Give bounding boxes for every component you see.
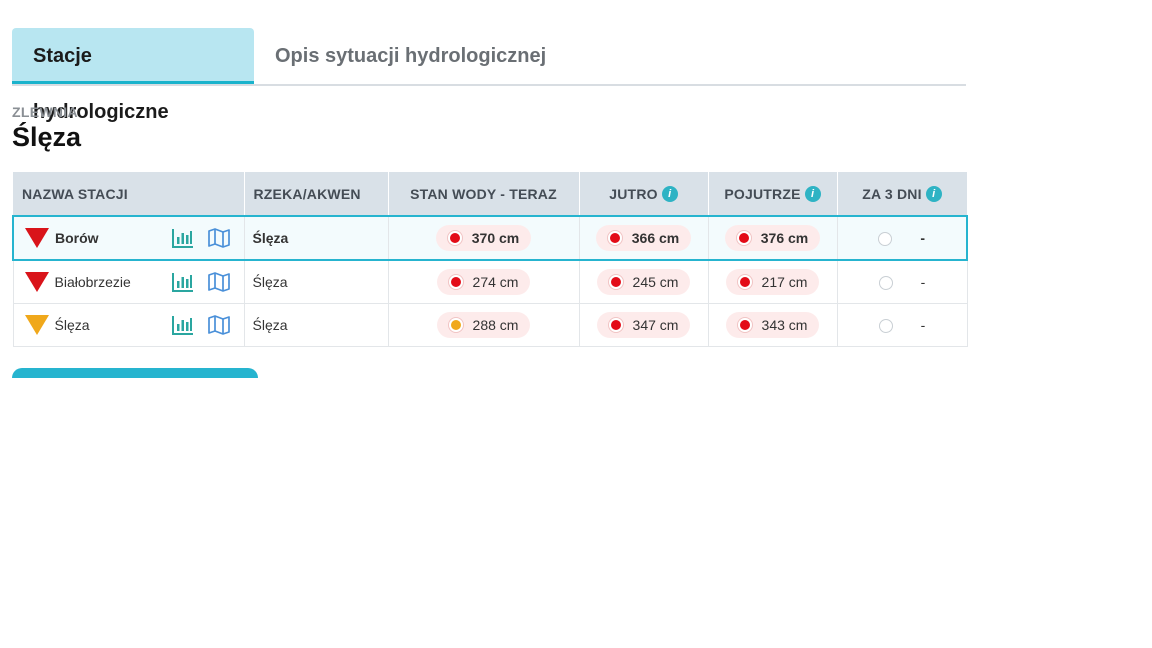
map-icon[interactable] xyxy=(207,226,231,250)
level-badge: 217 cm xyxy=(725,269,820,295)
map-icon[interactable] xyxy=(207,313,231,337)
tomorrow-cell: 347 cm xyxy=(579,303,709,347)
map-icon[interactable] xyxy=(207,270,231,294)
header-tomorrow[interactable]: JUTRO i xyxy=(579,172,709,216)
header-now[interactable]: STAN WODY - TERAZ xyxy=(388,172,580,216)
bar-chart-icon[interactable] xyxy=(171,226,195,250)
river-cell: Ślęza xyxy=(244,303,389,347)
alarm-dot-icon xyxy=(608,318,623,332)
info-icon[interactable]: i xyxy=(925,185,942,202)
level-badge: 274 cm xyxy=(436,269,531,295)
tab-stations[interactable]: Stacje hydrologiczne xyxy=(12,28,254,123)
header-river[interactable]: RZEKA/AKWEN xyxy=(244,172,389,216)
empty-dot-icon xyxy=(878,319,893,334)
station-name[interactable]: Borów xyxy=(55,230,171,246)
header-day-after[interactable]: POJUTRZE i xyxy=(708,172,838,216)
station-name[interactable]: Ślęza xyxy=(55,317,171,333)
tab-bar: Stacje hydrologiczne Opis sytuacji hydro… xyxy=(12,28,966,123)
station-cell: Ślęza xyxy=(12,303,245,347)
table-header-row: NAZWA STACJI RZEKA/AKWEN STAN WODY - TER… xyxy=(13,172,968,216)
alarm-dot-icon xyxy=(608,275,623,289)
alarm-dot-icon xyxy=(736,231,751,245)
alarm-dot-icon xyxy=(448,275,463,289)
bar-chart-icon[interactable] xyxy=(171,270,195,294)
header-in-3-days[interactable]: ZA 3 DNI i xyxy=(837,172,968,216)
warning-dot-icon xyxy=(448,318,463,332)
day-after-cell: 376 cm xyxy=(708,215,838,261)
stations-table: NAZWA STACJI RZEKA/AKWEN STAN WODY - TER… xyxy=(12,172,968,347)
info-icon[interactable]: i xyxy=(804,185,821,202)
info-icon[interactable]: i xyxy=(661,185,678,202)
empty-dot-icon xyxy=(878,276,893,291)
level-badge: 343 cm xyxy=(725,312,820,338)
alarm-dot-icon xyxy=(737,275,752,289)
orange-triangle-icon xyxy=(24,315,49,335)
tab-situation-description[interactable]: Opis sytuacji hydrologicznej xyxy=(254,28,567,84)
river-cell: Ślęza xyxy=(244,215,389,261)
header-station[interactable]: NAZWA STACJI xyxy=(13,172,245,216)
table-row[interactable]: Ślęza Ślęza 288 cm 347 cm 343 cm - xyxy=(12,303,968,347)
tomorrow-cell: 366 cm xyxy=(579,215,709,261)
more-button[interactable] xyxy=(12,368,258,378)
in3days-cell: - xyxy=(837,260,968,304)
river-cell: Ślęza xyxy=(244,260,389,304)
now-cell: 370 cm xyxy=(388,215,580,261)
level-badge: 366 cm xyxy=(595,225,692,251)
station-cell: Borów xyxy=(12,215,245,261)
red-triangle-icon xyxy=(24,272,49,292)
catchment-label: ZLEWNIA xyxy=(12,104,78,120)
level-badge: 347 cm xyxy=(596,312,691,338)
level-badge: 245 cm xyxy=(596,269,691,295)
level-badge: 376 cm xyxy=(724,225,821,251)
now-cell: 288 cm xyxy=(388,303,580,347)
table-row[interactable]: Borów Ślęza 370 cm 366 cm 376 cm - xyxy=(12,215,968,261)
level-badge: 288 cm xyxy=(436,312,531,338)
in3days-cell: - xyxy=(837,215,968,261)
station-cell: Białobrzezie xyxy=(12,260,245,304)
now-cell: 274 cm xyxy=(388,260,580,304)
bar-chart-icon[interactable] xyxy=(171,313,195,337)
day-after-cell: 217 cm xyxy=(708,260,838,304)
table-row[interactable]: Białobrzezie Ślęza 274 cm 245 cm 217 cm … xyxy=(12,260,968,304)
red-triangle-icon xyxy=(25,228,49,248)
in3days-cell: - xyxy=(837,303,968,347)
day-after-cell: 343 cm xyxy=(708,303,838,347)
catchment-name: Ślęza xyxy=(12,122,82,152)
alarm-dot-icon xyxy=(447,231,462,245)
empty-dot-icon xyxy=(878,232,893,247)
tomorrow-cell: 245 cm xyxy=(579,260,709,304)
station-name[interactable]: Białobrzezie xyxy=(55,274,171,290)
alarm-dot-icon xyxy=(607,231,622,245)
level-badge: 370 cm xyxy=(435,225,532,251)
alarm-dot-icon xyxy=(737,318,752,332)
